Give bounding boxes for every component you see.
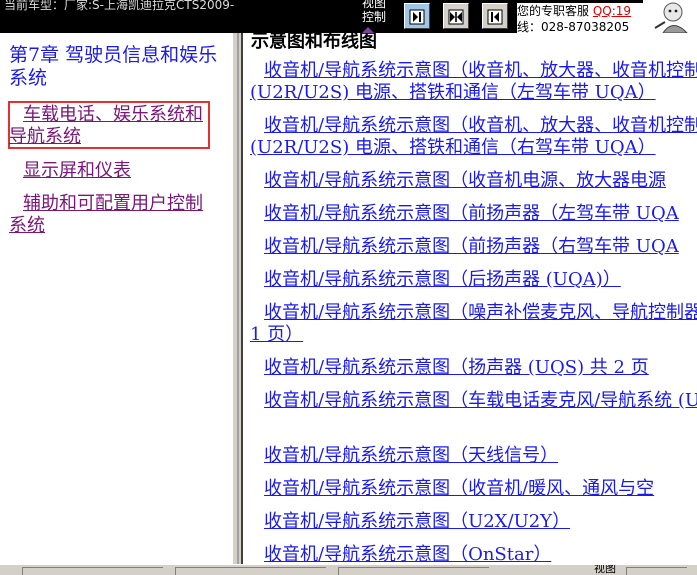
split-view-button[interactable]	[443, 3, 469, 29]
schematic-link[interactable]: 收音机/导航系统示意图（前扬声器（右驾车带 UQA	[250, 236, 697, 258]
show-left-pane-button[interactable]	[482, 3, 508, 29]
split-arrows-icon	[448, 9, 464, 25]
schematic-link[interactable]: 收音机/导航系统示意图（收音机/暖风、通风与空	[250, 478, 697, 500]
arrow-left-bar-icon	[487, 9, 503, 25]
schematic-link[interactable]: 收音机/导航系统示意图（天线信号）	[250, 445, 697, 467]
arrow-right-bar-icon	[409, 9, 425, 25]
customer-service-panel: 您的专职客服 QQ:19 线：028-87038205	[517, 3, 657, 33]
nav-link-auxiliary-user-controls[interactable]: 辅助和可配置用户控制系统	[9, 193, 214, 237]
section-heading: 示意图和布线图	[251, 33, 377, 52]
right-content-pane: 示意图和布线图 收音机/导航系统示意图（收音机、放大器、收音机控制模块 (U2R…	[241, 33, 697, 564]
schematic-link[interactable]: 收音机/导航系统示意图（收音机电源、放大器电源	[250, 170, 697, 192]
left-navigation-pane: 第7章 驾驶员信息和娱乐系统 车载电话、娱乐系统和导航系统 显示屏和仪表 辅助和…	[0, 33, 233, 564]
current-car-label: 当前车型：厂家:S-上海凯迪拉克CTS2009-	[4, 0, 235, 12]
schematic-link[interactable]: 收音机/导航系统示意图（后扬声器 (UQA)）	[250, 269, 697, 291]
show-right-pane-button[interactable]	[404, 3, 430, 29]
schematic-link[interactable]: 收音机/导航系统示意图（收音机、放大器、收音机控制模块 (U2R/U2S) 电源…	[250, 115, 697, 159]
status-view-label: 视图	[594, 564, 616, 575]
nav-link-display-and-gauges[interactable]: 显示屏和仪表	[9, 160, 214, 182]
schematic-link[interactable]: 收音机/导航系统示意图（收音机、放大器、收音机控制模块 (U2R/U2S) 电源…	[250, 60, 697, 104]
top-toolbar: 当前车型：厂家:S-上海凯迪拉克CTS2009- 视图控制 您的专职客服 QQ:…	[0, 0, 697, 33]
mascot-image	[643, 0, 697, 33]
schematic-link[interactable]: 收音机/导航系统示意图（OnStar）	[250, 544, 697, 564]
chapter-title: 第7章 驾驶员信息和娱乐系统	[9, 44, 218, 89]
view-control-label: 视图控制	[362, 0, 387, 24]
schematic-link[interactable]: 收音机/导航系统示意图（车载电话麦克风/导航系统 (U2X)）	[250, 390, 697, 412]
service-label: 您的专职客服	[517, 4, 590, 18]
schematic-link[interactable]: 收音机/导航系统示意图（U2X/U2Y）	[250, 511, 697, 533]
schematic-link[interactable]: 收音机/导航系统示意图（前扬声器（左驾车带 UQA	[250, 203, 697, 225]
schematic-link[interactable]: 收音机/导航系统示意图（噪声补偿麦克风、导航控制器 第 2 页，第 1 页）	[250, 302, 697, 346]
hotline-text: 线：028-87038205	[517, 20, 630, 33]
schematic-link[interactable]: 收音机/导航系统示意图（扬声器 (UQS) 共 2 页	[250, 357, 697, 379]
mascot-icon	[643, 0, 697, 33]
nav-link-phone-entertainment-navigation[interactable]: 车载电话、娱乐系统和导航系统	[9, 104, 214, 148]
status-bar: 视图	[0, 564, 697, 575]
qq-link[interactable]: QQ:19	[593, 4, 631, 18]
